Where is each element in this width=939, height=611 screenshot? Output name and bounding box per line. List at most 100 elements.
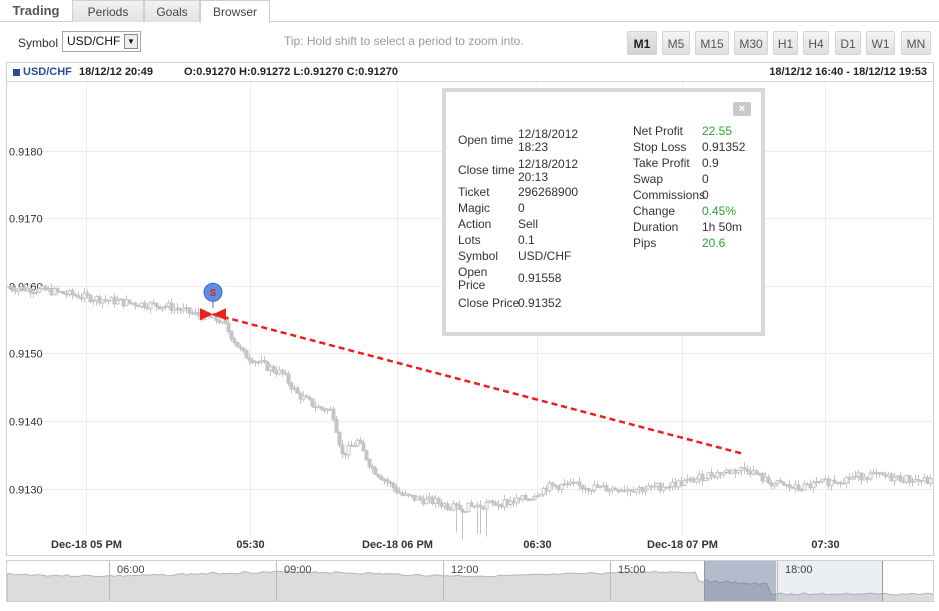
- period-button-m15[interactable]: M15: [695, 31, 729, 55]
- period-button-m30[interactable]: M30: [734, 31, 768, 55]
- candle-body: [796, 484, 801, 490]
- candle-body: [286, 373, 291, 384]
- info-value: 12/18/2012 18:23: [518, 127, 579, 154]
- info-value: 0: [518, 201, 525, 215]
- candle-body: [361, 442, 366, 452]
- chart-visible-range: 18/12/12 16:40 - 18/12/12 19:53: [769, 66, 927, 78]
- info-label: Pips: [633, 236, 657, 250]
- info-label: Commissions: [633, 188, 706, 202]
- navigator-divider: [109, 561, 110, 601]
- candle-body: [37, 287, 42, 293]
- tab-bar: Trading Periods Goals Browser: [0, 0, 939, 23]
- candle-body: [868, 472, 873, 480]
- x-tick-label: Dec-18 06 PM: [362, 539, 433, 551]
- period-button-h4[interactable]: H4: [803, 31, 829, 55]
- navigator-label: 18:00: [785, 564, 813, 576]
- chevron-down-icon[interactable]: ▼: [124, 34, 138, 49]
- candle-body: [928, 478, 933, 484]
- info-value: 0: [702, 188, 709, 202]
- period-button-w1[interactable]: W1: [866, 31, 895, 55]
- candle-body: [295, 387, 300, 394]
- candle-body: [436, 498, 441, 504]
- period-button-h1[interactable]: H1: [773, 31, 798, 55]
- candle-body: [334, 418, 339, 434]
- x-tick-label: Dec-18 05 PM: [51, 539, 122, 551]
- y-tick-label: 0.9170: [9, 214, 43, 226]
- tab-trading[interactable]: Trading: [0, 0, 72, 22]
- candle-body: [271, 366, 276, 372]
- candle-body: [337, 432, 342, 446]
- candle-body: [331, 408, 336, 420]
- info-value: 0.91352: [518, 296, 562, 310]
- trade-info-panel: × Open time 12/18/2012 18:23 Close time 12/1…: [442, 88, 765, 336]
- tab-periods[interactable]: Periods: [72, 0, 144, 22]
- candle-body: [394, 487, 399, 493]
- navigator-label: 09:00: [284, 564, 312, 576]
- info-value: 0.1: [518, 233, 535, 247]
- info-value: 22.55: [702, 124, 733, 138]
- info-label: Change: [633, 204, 676, 218]
- sell-marker-label: S: [210, 288, 217, 299]
- info-label: Lots: [458, 233, 481, 247]
- navigator-divider: [443, 561, 444, 601]
- chart-cursor-time: 18/12/12 20:49: [79, 66, 154, 78]
- symbol-select[interactable]: USD/CHF ▼: [62, 31, 141, 52]
- candle-body: [373, 467, 378, 475]
- candle-body: [142, 302, 147, 308]
- period-button-m5[interactable]: M5: [662, 31, 690, 55]
- candle-body: [898, 475, 903, 482]
- info-label: Stop Loss: [633, 140, 687, 154]
- info-value: 0: [702, 172, 709, 186]
- info-label: Ticket: [458, 185, 490, 199]
- candle-body: [115, 299, 120, 305]
- navigator-divider: [777, 561, 778, 601]
- symbol-label: Symbol: [18, 36, 59, 50]
- info-label: Action: [458, 217, 492, 231]
- candle-body: [391, 482, 396, 489]
- navigator-label: 06:00: [117, 564, 145, 576]
- candle-body: [445, 503, 450, 510]
- period-button-m1[interactable]: M1: [627, 31, 657, 55]
- x-tick-label: 05:30: [236, 539, 264, 551]
- y-tick-label: 0.9130: [9, 485, 43, 497]
- info-value: 1h 50m: [702, 220, 743, 234]
- y-tick-label: 0.9180: [9, 147, 43, 159]
- candle-body: [187, 307, 192, 314]
- series-square-icon: [13, 69, 20, 76]
- info-label: Net Profit: [633, 124, 684, 138]
- info-value: 12/18/2012 20:13: [518, 157, 579, 184]
- period-button-d1[interactable]: D1: [835, 31, 861, 55]
- chart-symbol: USD/CHF: [23, 66, 72, 78]
- tab-goals[interactable]: Goals: [144, 0, 200, 22]
- navigator-divider: [276, 561, 277, 601]
- info-value: 296268900: [518, 185, 579, 199]
- info-label: Swap: [633, 172, 664, 186]
- x-tick-label: 06:30: [523, 539, 551, 551]
- x-tick-label: 07:30: [811, 539, 839, 551]
- info-label: Open time: [458, 133, 514, 147]
- candle-body: [682, 480, 687, 486]
- navigator-label: 15:00: [618, 564, 646, 576]
- chart-header: USD/CHF 18/12/12 20:49 O:0.91270 H:0.912…: [7, 63, 933, 82]
- zoom-tip: Tip: Hold shift to select a period to zo…: [284, 34, 524, 48]
- info-value: USD/CHF: [518, 249, 572, 263]
- candle-body: [229, 330, 234, 340]
- info-value: 20.6: [702, 236, 726, 250]
- candle-body: [310, 398, 315, 407]
- info-label: Duration: [633, 220, 679, 234]
- info-value: Sell: [518, 217, 539, 231]
- chart-ohlc-readout: O:0.91270 H:0.91272 L:0.91270 C:0.91270: [184, 66, 399, 78]
- info-label: Open Price: [458, 265, 488, 292]
- navigator-label: 12:00: [451, 564, 479, 576]
- tab-browser[interactable]: Browser: [200, 0, 270, 23]
- navigator[interactable]: 06:00 09:00 12:00 15:00 18:00: [6, 560, 934, 602]
- info-value: 0.91352: [702, 140, 746, 154]
- period-button-mn[interactable]: MN: [901, 31, 931, 55]
- close-icon[interactable]: ×: [733, 102, 751, 116]
- info-label: Close Price: [458, 296, 520, 310]
- info-label: Close time: [458, 163, 515, 177]
- candle-body: [484, 501, 489, 510]
- x-tick-label: Dec-18 07 PM: [647, 539, 718, 551]
- candle-body: [811, 481, 816, 489]
- symbol-select-value: USD/CHF: [67, 34, 121, 48]
